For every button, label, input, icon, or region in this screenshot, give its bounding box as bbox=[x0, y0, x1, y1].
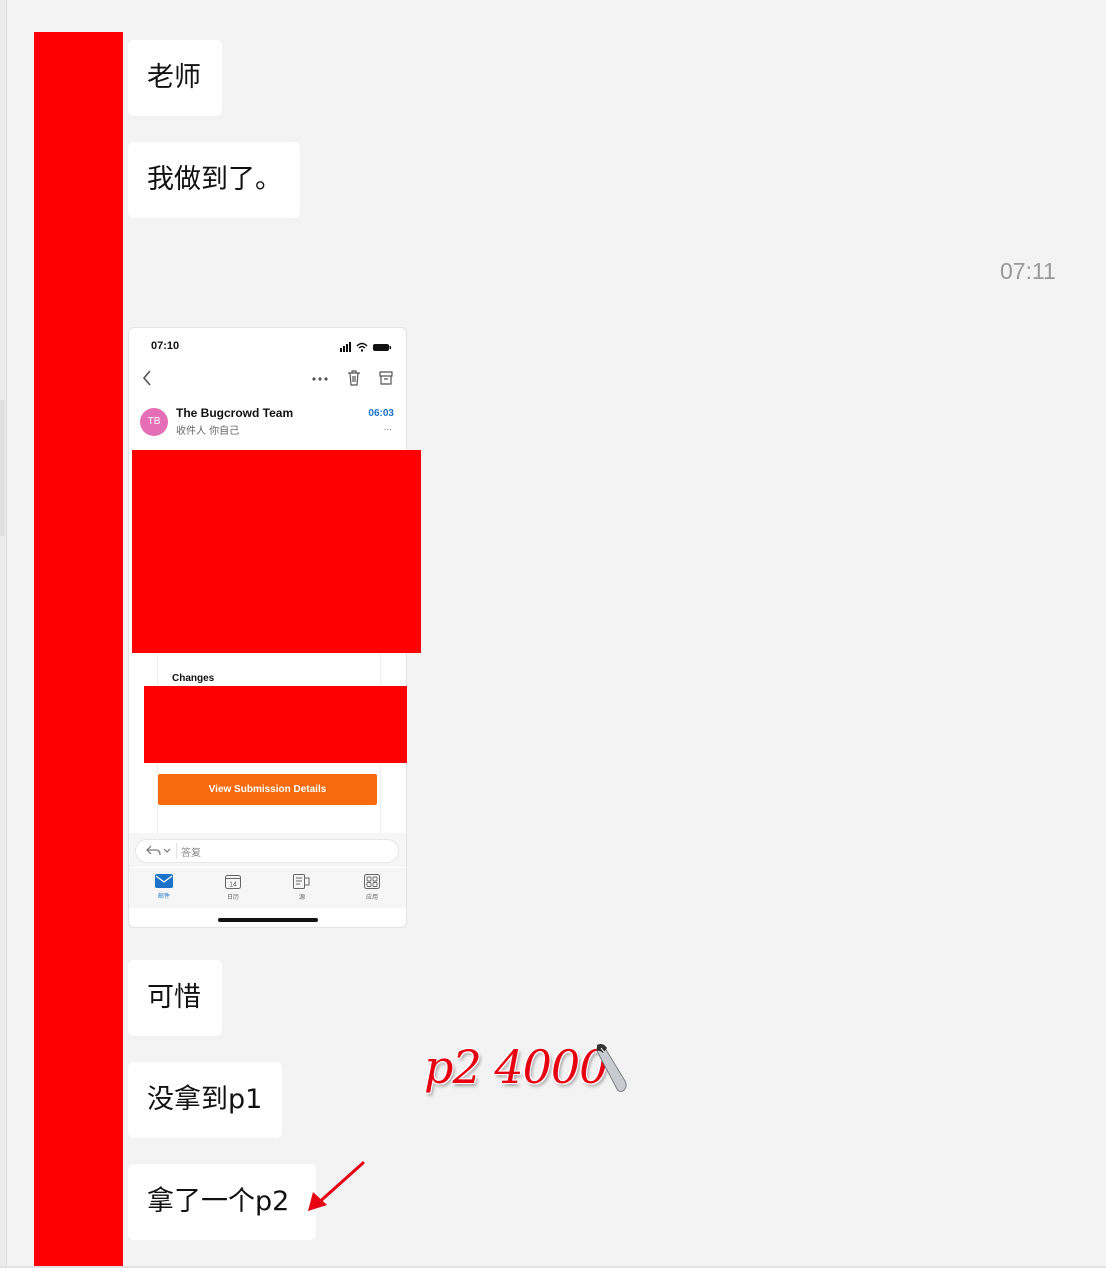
knife-icon bbox=[596, 1044, 627, 1092]
tab-apps[interactable]: 应用 bbox=[352, 874, 392, 901]
window-resize-handle[interactable] bbox=[0, 400, 5, 536]
reply-divider bbox=[176, 843, 177, 859]
sender-name: The Bugcrowd Team bbox=[176, 406, 294, 420]
reply-input[interactable]: 答复 bbox=[135, 839, 399, 863]
wifi-icon bbox=[356, 342, 368, 349]
calendar-day: 14 bbox=[229, 882, 237, 889]
view-submission-details-button[interactable]: View Submission Details bbox=[158, 774, 377, 805]
calendar-icon: 14 bbox=[225, 875, 241, 889]
mail-icon bbox=[155, 874, 173, 888]
tab-mail[interactable]: 邮件 bbox=[144, 874, 184, 900]
chat-message-2[interactable]: 我做到了。 bbox=[128, 142, 300, 218]
signal-icon bbox=[340, 342, 351, 352]
phone-tab-bar: 邮件 14 日历 源 应用 bbox=[129, 868, 406, 908]
tab-feed-label: 源 bbox=[298, 894, 305, 901]
tab-calendar[interactable]: 14 日历 bbox=[213, 874, 253, 901]
phone-status-icons bbox=[340, 340, 392, 352]
tab-feed[interactable]: 源 bbox=[282, 874, 322, 901]
home-indicator bbox=[218, 918, 318, 922]
feed-icon bbox=[293, 874, 310, 889]
reply-placeholder: 答复 bbox=[181, 848, 201, 859]
battery-icon bbox=[373, 344, 391, 351]
changes-heading: Changes bbox=[172, 673, 215, 684]
more-options-icon[interactable] bbox=[311, 376, 329, 382]
tab-mail-label: 邮件 bbox=[157, 893, 170, 900]
annotation-text: p2 4000 bbox=[424, 1040, 608, 1094]
apps-icon bbox=[364, 874, 380, 889]
redaction-block-1 bbox=[132, 450, 421, 653]
archive-icon[interactable] bbox=[378, 369, 394, 387]
chat-message-4[interactable]: 没拿到p1 bbox=[128, 1062, 282, 1138]
redaction-block-2 bbox=[144, 686, 407, 763]
tab-calendar-label: 日历 bbox=[226, 894, 239, 901]
phone-status-time: 07:10 bbox=[151, 340, 180, 352]
red-arrow-icon bbox=[308, 1161, 365, 1211]
chat-message-1[interactable]: 老师 bbox=[128, 40, 222, 116]
reply-icon[interactable] bbox=[144, 844, 174, 858]
email-sender-row[interactable]: TB The Bugcrowd Team 收件人 你自己 06:03 ... bbox=[129, 398, 406, 448]
chat-message-3[interactable]: 可惜 bbox=[128, 960, 222, 1036]
message-timestamp: 07:11 bbox=[1000, 258, 1056, 284]
tab-apps-label: 应用 bbox=[365, 894, 378, 901]
redacted-avatar-column bbox=[34, 32, 123, 1268]
back-chevron-icon[interactable] bbox=[141, 369, 153, 387]
sender-avatar: TB bbox=[140, 408, 168, 436]
reply-bar: 答复 bbox=[129, 833, 406, 867]
window-left-edge bbox=[0, 0, 7, 1268]
chat-message-5[interactable]: 拿了一个p2 bbox=[128, 1164, 316, 1240]
email-more-icon[interactable]: ... bbox=[384, 422, 392, 433]
email-toolbar bbox=[129, 364, 406, 394]
trash-icon[interactable] bbox=[346, 369, 362, 387]
email-recipient: 收件人 你自己 bbox=[176, 426, 240, 437]
email-time: 06:03 bbox=[368, 408, 394, 419]
